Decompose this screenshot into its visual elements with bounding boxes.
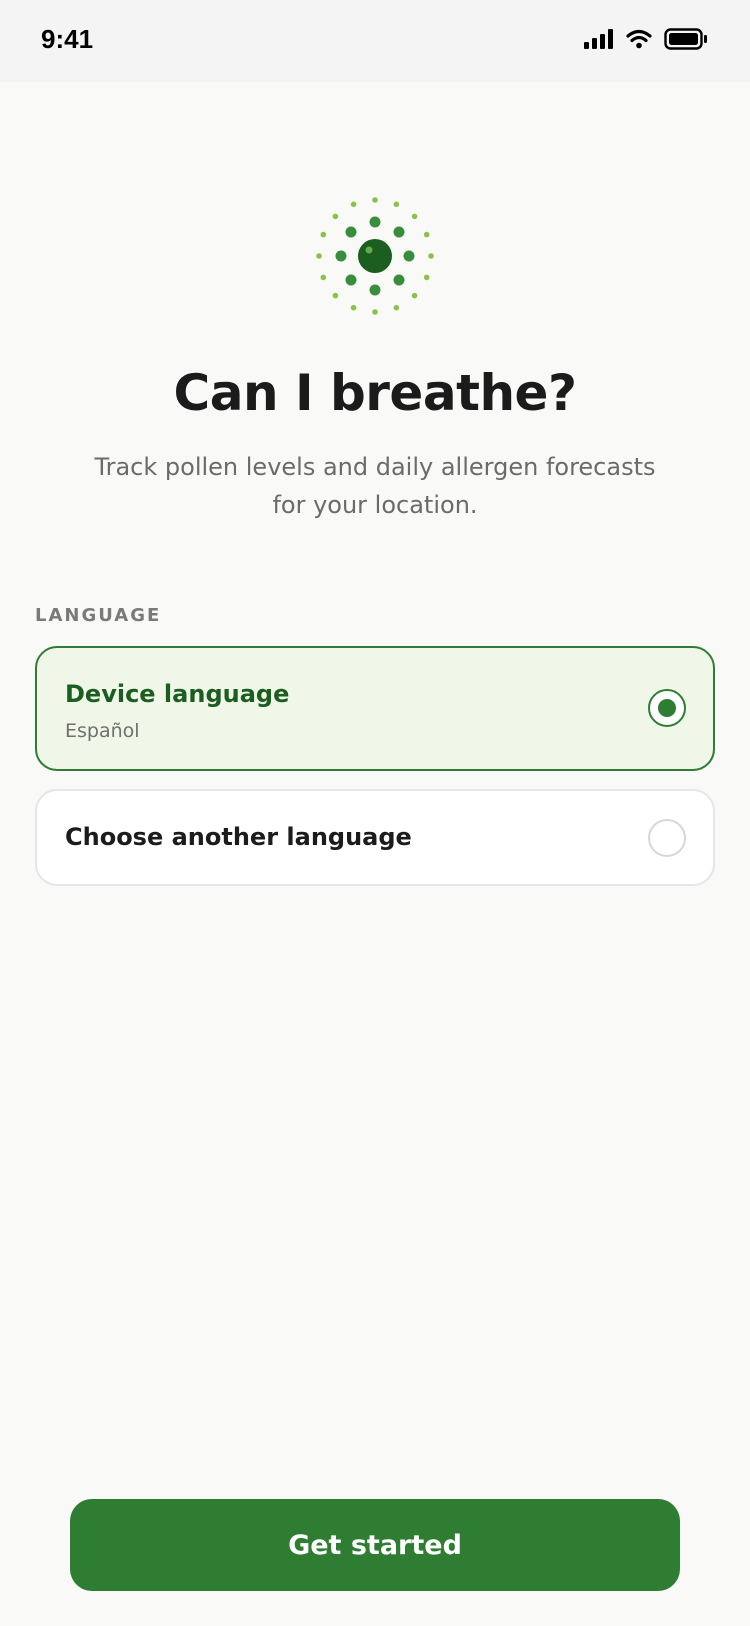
choose-language-option[interactable]: Choose another language — [35, 789, 715, 886]
radio-selected-icon[interactable] — [648, 689, 686, 727]
option-subtitle: Español — [65, 720, 140, 742]
app-subtitle: Track pollen levels and daily allergen f… — [94, 453, 656, 519]
device-language-option[interactable]: Device language Español — [35, 646, 715, 771]
option-title: Device language — [65, 680, 290, 708]
app-title: Can I breathe? — [173, 364, 577, 422]
status-time: 9:41 — [41, 24, 94, 54]
pollen-logo-icon — [316, 197, 434, 315]
status-icons — [584, 28, 708, 50]
get-started-button[interactable]: Get started — [70, 1499, 680, 1591]
language-section-label: LANGUAGE — [35, 605, 162, 626]
battery-icon — [664, 28, 707, 50]
status-bar: 9:41 — [0, 0, 750, 82]
option-title: Choose another language — [65, 823, 412, 851]
wifi-icon — [626, 29, 652, 49]
radio-unselected-icon[interactable] — [648, 819, 686, 857]
cellular-signal-icon — [584, 29, 613, 49]
